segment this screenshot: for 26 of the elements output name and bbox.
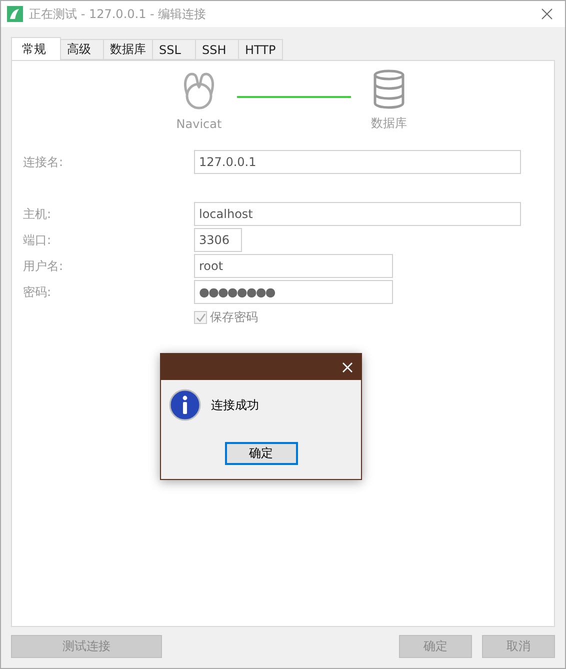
navicat-label: Navicat xyxy=(176,117,222,131)
tab[interactable]: 高级 xyxy=(60,39,104,60)
app-logo-icon xyxy=(7,6,23,22)
field-label: 用户名: xyxy=(23,258,64,274)
tab[interactable]: 数据库 xyxy=(103,39,153,60)
tab[interactable]: SSH xyxy=(195,39,239,60)
close-icon[interactable] xyxy=(541,8,553,20)
field-label: 主机: xyxy=(23,206,52,222)
connection-name-field[interactable]: 127.0.0.1 xyxy=(194,150,521,174)
tab[interactable]: HTTP xyxy=(238,39,283,60)
tab[interactable]: 常规 xyxy=(11,37,61,60)
database-label: 数据库 xyxy=(371,115,407,132)
info-icon xyxy=(169,389,201,421)
input-field[interactable]: root xyxy=(194,254,393,278)
tab[interactable]: SSL xyxy=(152,39,196,60)
dialog-message: 连接成功 xyxy=(211,396,259,414)
input-field[interactable]: 3306 xyxy=(194,228,242,252)
window-title: 正在测试 - 127.0.0.1 - 编辑连接 xyxy=(29,6,208,22)
field-label: 连接名: xyxy=(23,154,64,170)
input-field[interactable]: localhost xyxy=(194,202,521,226)
field-label: 密码: xyxy=(23,284,52,300)
database-icon xyxy=(373,69,405,109)
dialog-ok-button[interactable]: 确定 xyxy=(224,442,298,465)
password-field[interactable]: ●●●●●●●● xyxy=(194,280,393,304)
field-label: 端口: xyxy=(23,232,52,248)
checkbox-label: 保存密码 xyxy=(210,309,258,326)
